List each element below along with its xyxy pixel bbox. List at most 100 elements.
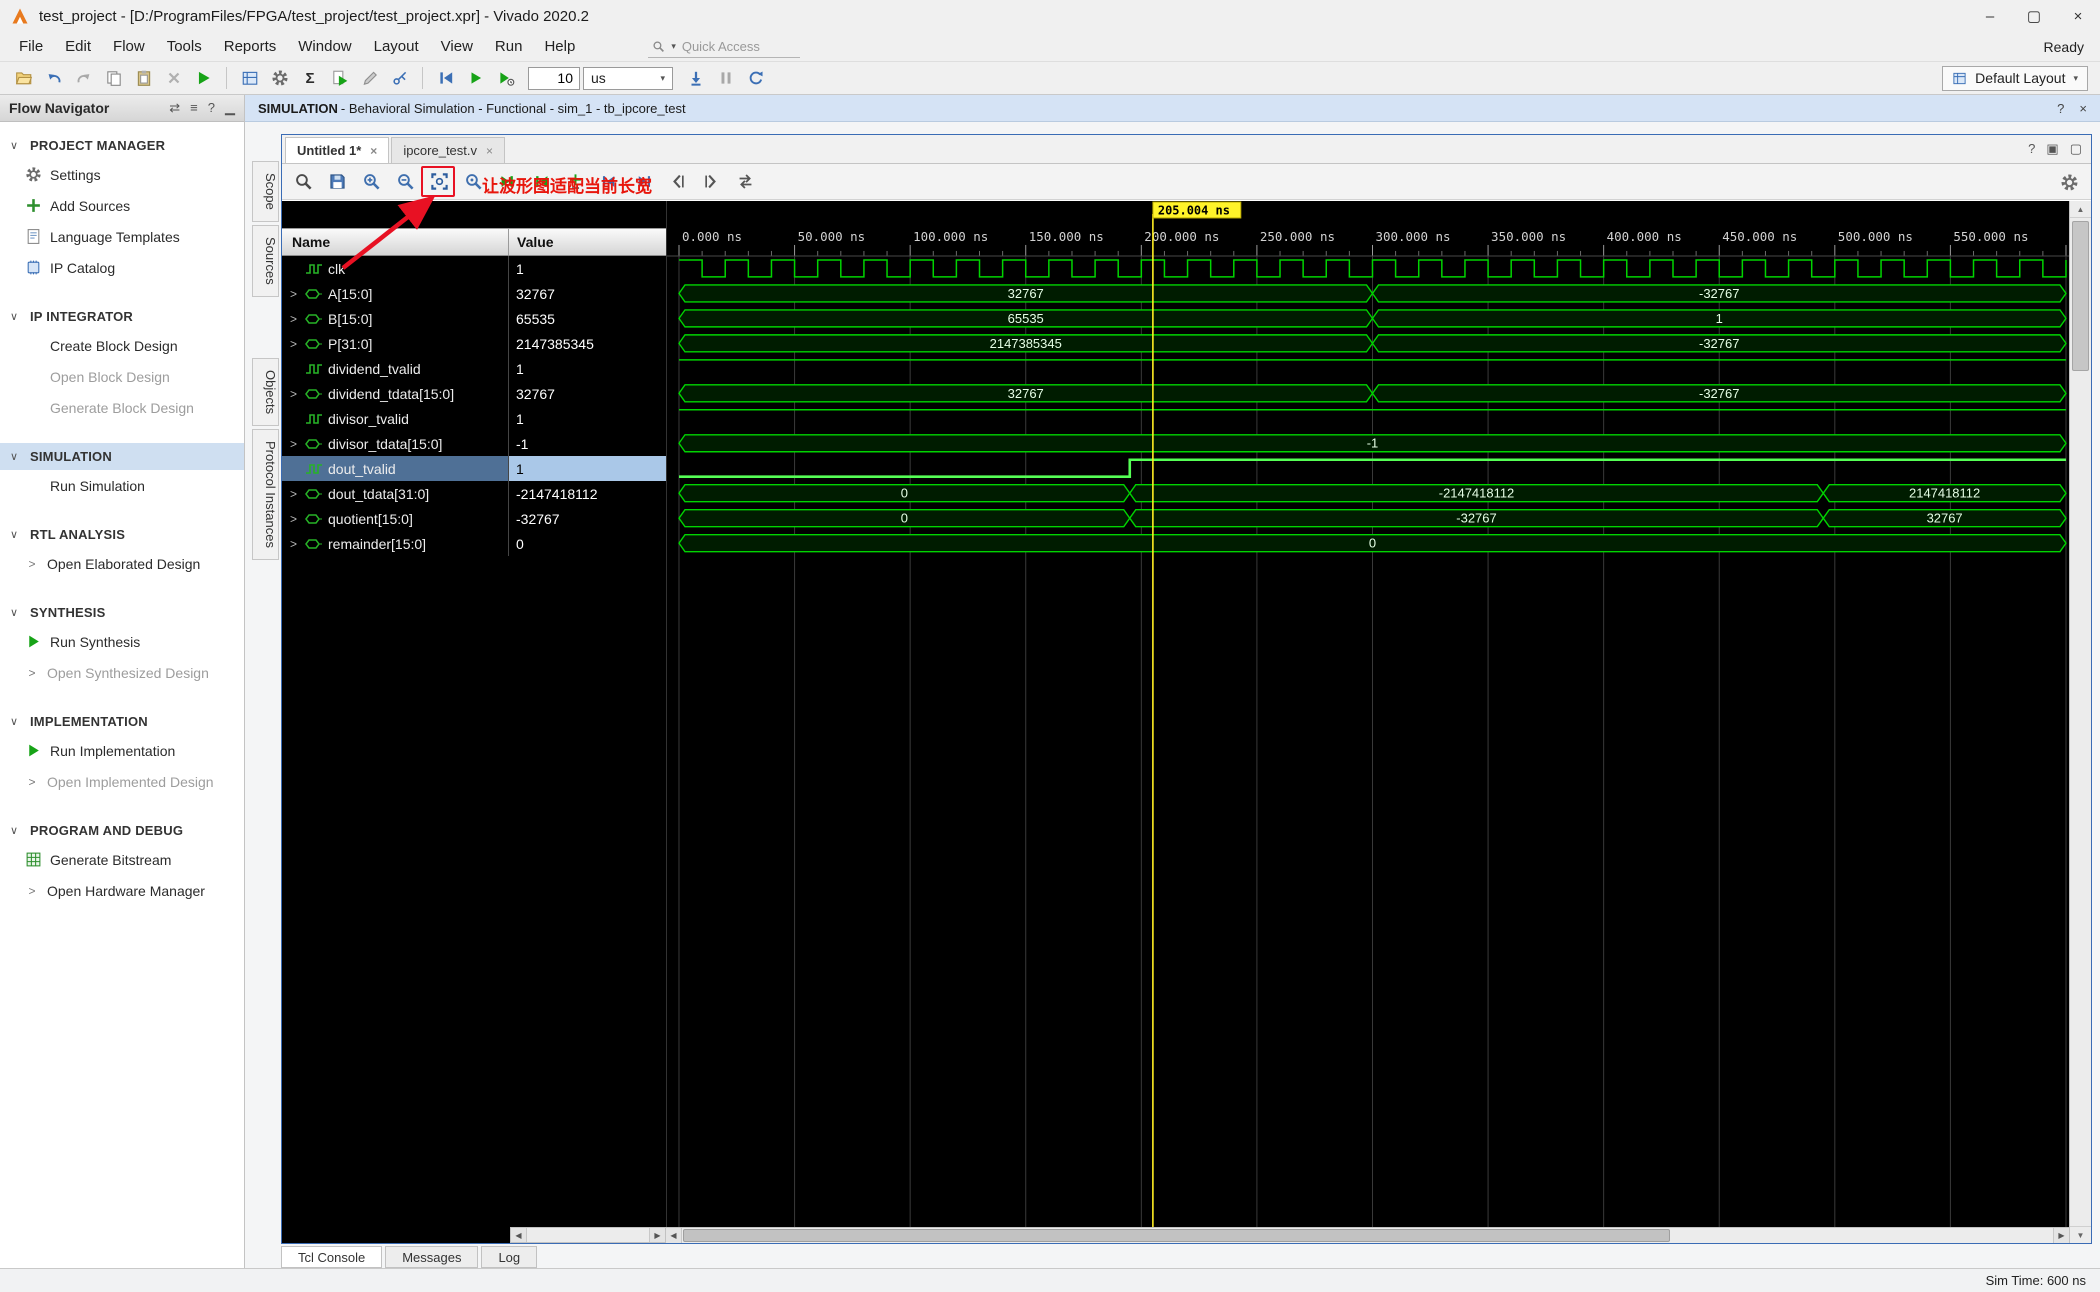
board-icon[interactable] <box>236 65 263 91</box>
signal-row-b-15-0[interactable]: > B[15:0] 65535 <box>282 306 666 331</box>
scroll-down-icon[interactable]: ▼ <box>2070 1226 2091 1243</box>
wave-scroll-track[interactable] <box>682 1228 2053 1243</box>
scroll-right-icon[interactable]: ▶ <box>2053 1228 2069 1243</box>
close-icon[interactable]: × <box>370 144 377 158</box>
close-button[interactable]: × <box>2056 0 2100 32</box>
menu-layout[interactable]: Layout <box>363 34 430 59</box>
signal-row-p-31-0[interactable]: > P[31:0] 2147385345 <box>282 331 666 356</box>
tab-ipcore-test-v[interactable]: ipcore_test.v × <box>391 137 506 163</box>
signal-row-dout-tvalid[interactable]: dout_tvalid 1 <box>282 456 666 481</box>
signal-row-a-15-0[interactable]: > A[15:0] 32767 <box>282 281 666 306</box>
wave-horizontal-scrollbar[interactable]: ◀ ▶ <box>666 1227 2069 1243</box>
flow-navigator-header-icon[interactable]: ▁ <box>225 100 235 116</box>
waveform-canvas[interactable]: 0.000 ns 50.000 ns 100.000 ns 150.000 ns 200… <box>666 201 2069 1227</box>
flow-section-header-implementation[interactable]: ∨ IMPLEMENTATION <box>0 708 244 735</box>
signal-row-divisor-tdata-15-0[interactable]: > divisor_tdata[15:0] -1 <box>282 431 666 456</box>
signal-row-dividend-tvalid[interactable]: dividend_tvalid 1 <box>282 356 666 381</box>
menu-view[interactable]: View <box>430 34 484 59</box>
side-tab-protocol-instances[interactable]: Protocol Instances <box>252 428 279 560</box>
vertical-scroll-thumb[interactable] <box>2072 221 2089 371</box>
flow-navigator-header-icon[interactable]: ≡ <box>190 100 198 116</box>
flow-section-header-program-and-debug[interactable]: ∨ PROGRAM AND DEBUG <box>0 817 244 844</box>
flow-section-header-rtl-analysis[interactable]: ∨ RTL ANALYSIS <box>0 521 244 548</box>
help-icon[interactable]: ? <box>2028 141 2035 157</box>
flow-section-header-synthesis[interactable]: ∨ SYNTHESIS <box>0 599 244 626</box>
flow-item-open-hardware-manager[interactable]: > Open Hardware Manager <box>0 875 244 906</box>
swap-icon[interactable] <box>732 169 758 195</box>
expand-icon[interactable]: > <box>287 512 300 526</box>
flow-item-add-sources[interactable]: Add Sources <box>0 190 244 221</box>
undo-icon[interactable] <box>40 65 67 91</box>
scroll-left-icon[interactable]: ◀ <box>511 1228 527 1242</box>
signal-row-clk[interactable]: clk 1 <box>282 256 666 281</box>
layout-select[interactable]: Default Layout ▾ <box>1942 65 2088 91</box>
step-icon[interactable] <box>682 65 709 91</box>
restart-icon[interactable] <box>432 65 459 91</box>
close-icon[interactable]: × <box>2079 101 2087 116</box>
run-icon[interactable] <box>190 65 217 91</box>
prev-marker-icon[interactable] <box>664 169 690 195</box>
signal-row-dividend-tdata-15-0[interactable]: > dividend_tdata[15:0] 32767 <box>282 381 666 406</box>
flow-item-run-implementation[interactable]: Run Implementation <box>0 735 244 766</box>
delete-icon[interactable] <box>160 65 187 91</box>
probe-icon[interactable] <box>386 65 413 91</box>
signal-row-divisor-tvalid[interactable]: divisor_tvalid 1 <box>282 406 666 431</box>
side-tab-objects[interactable]: Objects <box>252 357 279 426</box>
flow-item-settings[interactable]: Settings <box>0 159 244 190</box>
pause-icon[interactable] <box>712 65 739 91</box>
expand-icon[interactable]: > <box>287 312 300 326</box>
flow-section-header-simulation[interactable]: ∨ SIMULATION <box>0 443 244 470</box>
menu-reports[interactable]: Reports <box>213 34 288 59</box>
side-tab-sources[interactable]: Sources <box>252 224 279 297</box>
flow-item-open-elaborated-design[interactable]: > Open Elaborated Design <box>0 548 244 579</box>
flow-item-open-block-design[interactable]: Open Block Design <box>0 361 244 392</box>
expand-icon[interactable]: > <box>287 387 300 401</box>
scroll-up-icon[interactable]: ▲ <box>2070 201 2091 218</box>
signal-row-dout-tdata-31-0[interactable]: > dout_tdata[31:0] -2147418112 <box>282 481 666 506</box>
menu-help[interactable]: Help <box>533 34 586 59</box>
redo-icon[interactable] <box>70 65 97 91</box>
vertical-scrollbar[interactable]: ▲ ▼ <box>2069 201 2091 1243</box>
expand-icon[interactable]: > <box>287 487 300 501</box>
names-horizontal-scrollbar[interactable]: ◀ ▶ <box>510 1227 666 1243</box>
open-icon[interactable] <box>10 65 37 91</box>
wave-settings-button[interactable] <box>2056 169 2082 195</box>
flow-item-generate-bitstream[interactable]: Generate Bitstream <box>0 844 244 875</box>
maximize-button[interactable]: ▢ <box>2012 0 2056 32</box>
scroll-left-icon[interactable]: ◀ <box>666 1228 682 1243</box>
console-tab-messages[interactable]: Messages <box>385 1246 479 1268</box>
signal-row-remainder-15-0[interactable]: > remainder[15:0] 0 <box>282 531 666 556</box>
run-file-icon[interactable] <box>326 65 353 91</box>
time-unit-select[interactable]: us ▾ <box>583 66 673 90</box>
side-tab-scope[interactable]: Scope <box>252 161 279 222</box>
sum-icon[interactable]: Σ <box>296 65 323 91</box>
flow-section-header-project-manager[interactable]: ∨ PROJECT MANAGER <box>0 132 244 159</box>
name-column-header[interactable]: Name <box>282 229 508 255</box>
menu-run[interactable]: Run <box>484 34 534 59</box>
menu-edit[interactable]: Edit <box>54 34 102 59</box>
value-column-header[interactable]: Value <box>508 229 666 255</box>
flow-section-header-ip-integrator[interactable]: ∨ IP INTEGRATOR <box>0 303 244 330</box>
flow-item-run-synthesis[interactable]: Run Synthesis <box>0 626 244 657</box>
flow-navigator-header-icon[interactable]: ⇄ <box>169 100 180 116</box>
gear-icon[interactable] <box>266 65 293 91</box>
window-icon[interactable]: ▣ <box>2046 141 2058 157</box>
flow-navigator-header-icon[interactable]: ? <box>208 100 215 116</box>
console-tab-tcl-console[interactable]: Tcl Console <box>281 1246 383 1268</box>
window-icon[interactable]: ▢ <box>2070 141 2082 157</box>
names-scroll-track[interactable] <box>527 1228 649 1242</box>
flow-item-ip-catalog[interactable]: IP Catalog <box>0 252 244 283</box>
expand-icon[interactable]: > <box>287 337 300 351</box>
paste-icon[interactable] <box>130 65 157 91</box>
copy-icon[interactable] <box>100 65 127 91</box>
flow-item-run-simulation[interactable]: Run Simulation <box>0 470 244 501</box>
wave-scroll-thumb[interactable] <box>683 1229 1671 1242</box>
edit-icon[interactable] <box>356 65 383 91</box>
zoom-out-icon[interactable] <box>392 169 418 195</box>
menu-file[interactable]: File <box>8 34 54 59</box>
expand-icon[interactable]: > <box>287 437 300 451</box>
flow-item-create-block-design[interactable]: Create Block Design <box>0 330 244 361</box>
console-tab-log[interactable]: Log <box>481 1246 538 1268</box>
expand-icon[interactable]: > <box>287 537 300 551</box>
flow-item-open-implemented-design[interactable]: > Open Implemented Design <box>0 766 244 797</box>
